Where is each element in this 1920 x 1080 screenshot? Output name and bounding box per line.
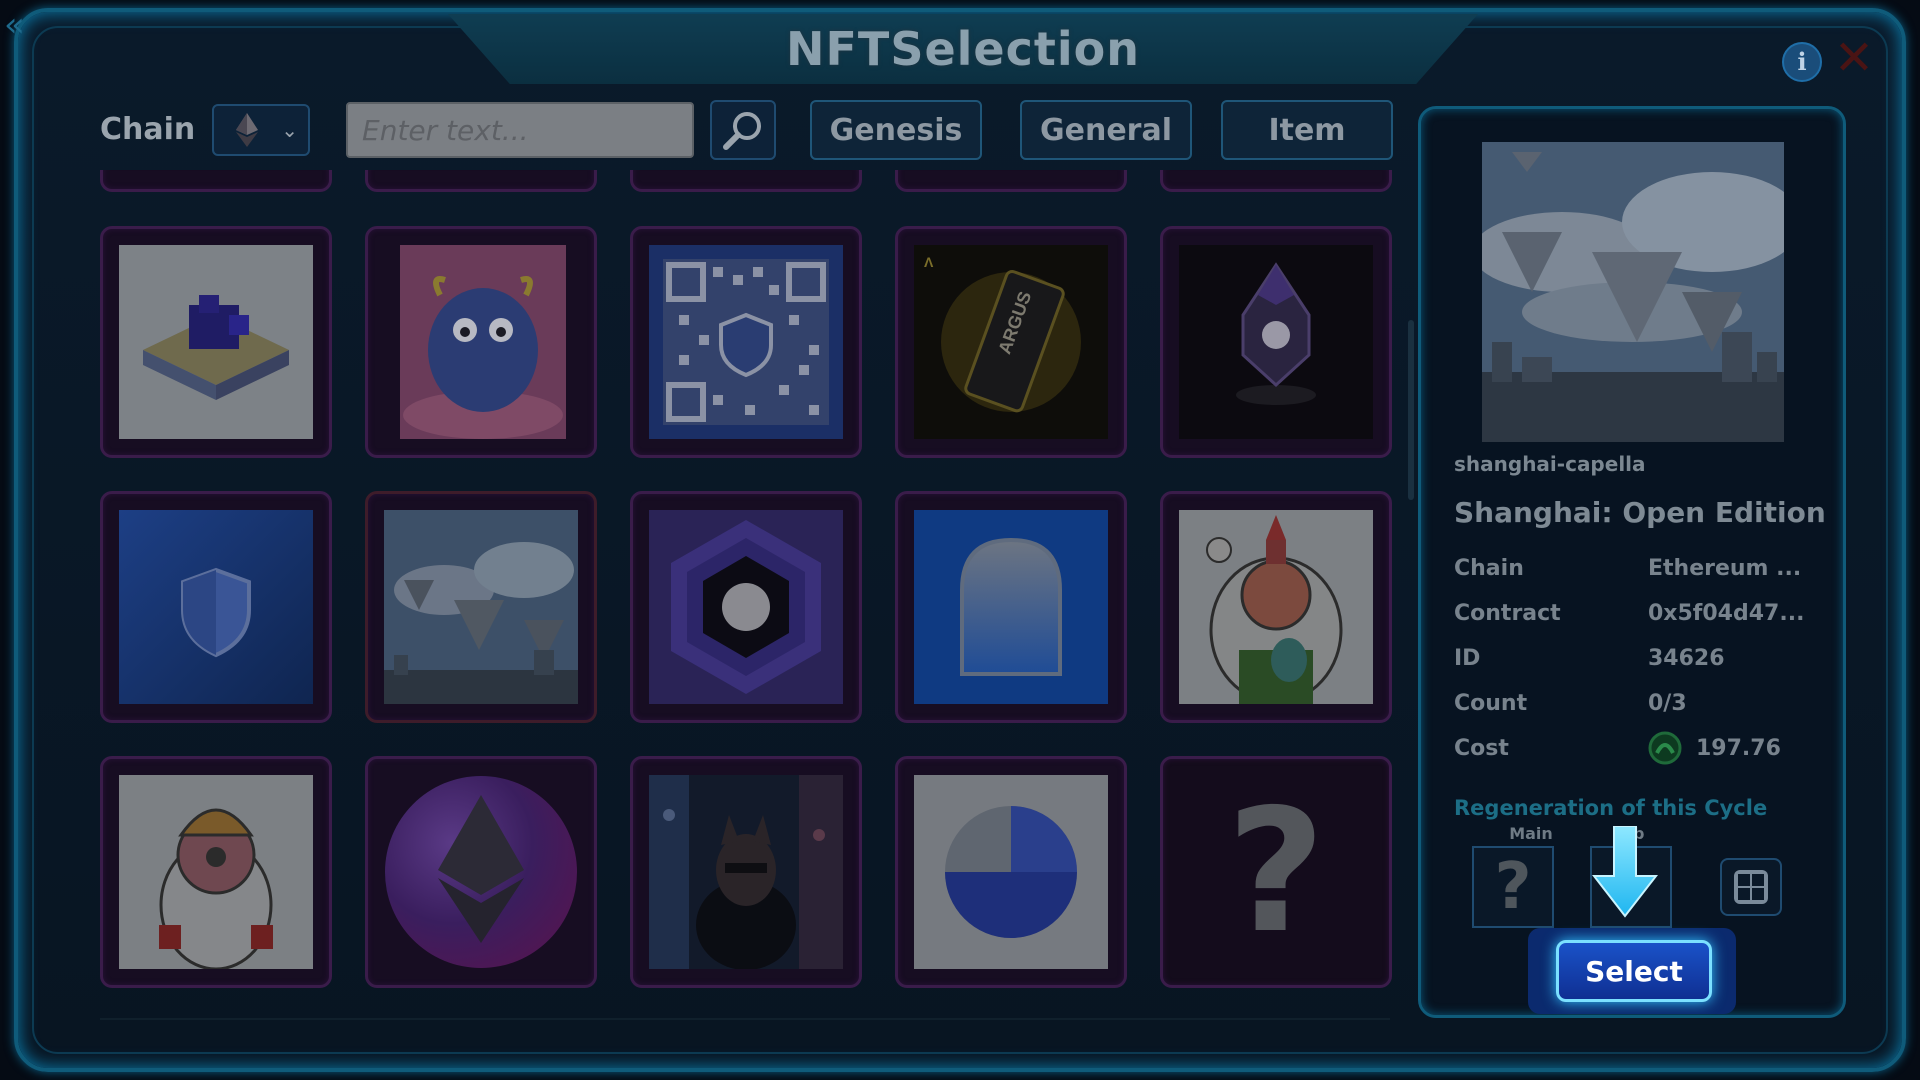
qr-code-shield-image — [649, 245, 843, 439]
blue-arch-door-image — [914, 510, 1108, 704]
question-mark-icon: ? — [1226, 775, 1326, 969]
nft-slug: shanghai-capella — [1454, 452, 1646, 476]
nft-card[interactable] — [895, 756, 1127, 988]
field-label-count: Count — [1454, 691, 1528, 716]
grid-icon — [1734, 870, 1768, 904]
field-value-contract: 0x5f04d47... — [1648, 601, 1805, 626]
nft-name: Shanghai: Open Edition — [1454, 496, 1826, 529]
nft-card-partial[interactable] — [365, 170, 597, 192]
blue-fluffy-monster-image — [400, 245, 566, 439]
voxel-building-island-image — [119, 245, 313, 439]
info-icon[interactable]: i — [1782, 42, 1822, 82]
close-icon[interactable]: ✕ — [1832, 34, 1876, 82]
select-button[interactable]: Select — [1556, 940, 1712, 1002]
nft-card[interactable] — [365, 756, 597, 988]
tab-general[interactable]: General — [1020, 100, 1192, 160]
nft-card[interactable] — [895, 491, 1127, 723]
chain-select[interactable]: ⌄ — [212, 104, 310, 156]
nft-card[interactable] — [100, 226, 332, 458]
nft-card-unknown[interactable]: ? — [1160, 756, 1392, 988]
field-value-count: 0/3 — [1648, 691, 1687, 716]
slot-main[interactable]: ? — [1472, 846, 1554, 928]
nft-card-partial[interactable] — [895, 170, 1127, 192]
astronaut-pencil-hat-image — [1179, 510, 1373, 704]
question-mark-icon: ? — [1494, 850, 1532, 924]
window-title: NFTSelection — [786, 22, 1140, 76]
tutorial-arrow-icon — [1592, 826, 1658, 918]
argus-card-image: ARGUS Λ — [914, 245, 1108, 439]
astronaut-orange-hat-image — [119, 775, 313, 969]
nft-card[interactable] — [630, 756, 862, 988]
search-button[interactable] — [710, 100, 776, 160]
nft-card[interactable] — [100, 491, 332, 723]
chain-label: Chain — [100, 112, 196, 147]
back-icon[interactable]: « — [4, 8, 25, 42]
field-value-chain: Ethereum ... — [1648, 556, 1802, 581]
ethereum-icon — [236, 113, 258, 147]
nft-card-partial[interactable] — [630, 170, 862, 192]
slot-main-label: Main — [1509, 824, 1553, 843]
nft-card[interactable] — [365, 226, 597, 458]
field-label-chain: Chain — [1454, 556, 1524, 581]
search-icon — [723, 112, 761, 150]
grid-view-button[interactable] — [1720, 858, 1782, 916]
nft-card[interactable] — [1160, 491, 1392, 723]
nft-card[interactable] — [1160, 226, 1392, 458]
ethereum-purple-orb-image — [374, 765, 588, 979]
field-value-cost: 197.76 — [1696, 736, 1781, 761]
title-bar: NFTSelection — [448, 14, 1478, 84]
cyberpunk-cat-mask-image — [649, 775, 843, 969]
nft-card[interactable]: ARGUS Λ — [895, 226, 1127, 458]
nft-card-partial[interactable] — [100, 170, 332, 192]
blue-half-circle-image — [914, 775, 1108, 969]
field-value-id: 34626 — [1648, 646, 1725, 671]
regeneration-label: Regeneration of this Cycle — [1454, 796, 1768, 820]
coin-icon — [1648, 731, 1682, 765]
hexagon-coin-image — [649, 510, 843, 704]
field-label-id: ID — [1454, 646, 1481, 671]
nft-card-selected[interactable] — [365, 491, 597, 723]
tab-item[interactable]: Item — [1221, 100, 1393, 160]
grid-scrollbar[interactable] — [1408, 320, 1414, 500]
field-label-cost: Cost — [1454, 736, 1509, 761]
search-input[interactable]: Enter text... — [346, 102, 694, 158]
selected-nft-preview — [1482, 142, 1784, 442]
nft-card[interactable] — [630, 226, 862, 458]
tab-genesis[interactable]: Genesis — [810, 100, 982, 160]
dark-crystal-ship-image — [1179, 245, 1373, 439]
grid-divider — [100, 1018, 1390, 1020]
svg-text:Λ: Λ — [924, 254, 934, 270]
nft-card[interactable] — [100, 756, 332, 988]
field-label-contract: Contract — [1454, 601, 1561, 626]
chevron-down-icon: ⌄ — [281, 118, 298, 142]
nft-card[interactable] — [630, 491, 862, 723]
nft-grid: ARGUS Λ ? — [96, 170, 1396, 1020]
floating-islands-city-image — [384, 510, 578, 704]
blue-shield-image — [119, 510, 313, 704]
nft-card-partial[interactable] — [1160, 170, 1392, 192]
